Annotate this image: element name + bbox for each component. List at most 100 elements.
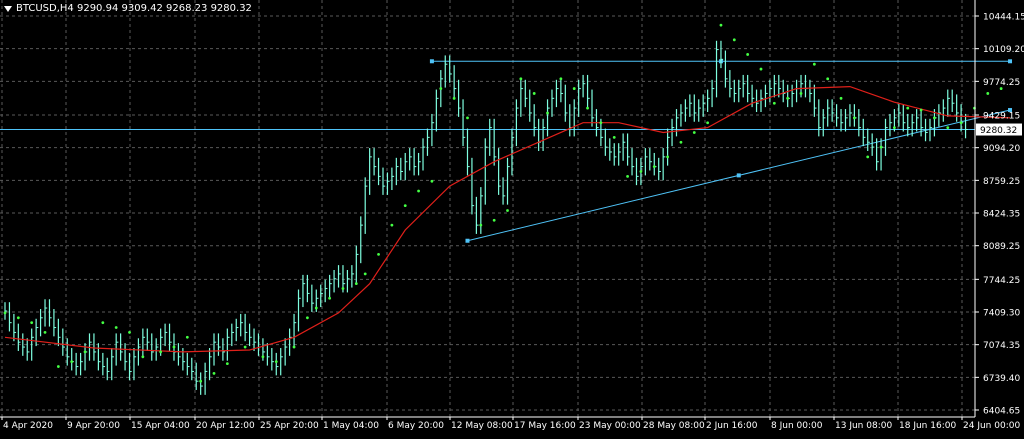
sar-dot <box>417 189 420 193</box>
sar-dot <box>732 38 736 42</box>
chart-grid <box>0 0 975 417</box>
y-tick-label: 6404.65 <box>983 407 1020 417</box>
x-tick-label: 2 Jun 16:00 <box>706 421 758 431</box>
x-tick-label: 20 Apr 12:00 <box>196 421 255 431</box>
sar-dot <box>919 108 923 112</box>
chart-axes: 10444.15 10109.20 9774.25 9429.15 9094.20 875… <box>0 0 1024 431</box>
x-tick-label: 8 Jun 00:00 <box>771 421 823 431</box>
sar-dot <box>959 121 963 125</box>
y-tick-label: 9429.15 <box>983 111 1020 121</box>
sar-dot <box>786 96 790 100</box>
trendline-anchor <box>736 173 741 178</box>
sar-dot <box>101 321 105 325</box>
sar-dot <box>212 371 216 375</box>
sar-dot <box>719 23 723 27</box>
sar-dot <box>83 350 87 354</box>
chart-area[interactable]: 10444.15 10109.20 9774.25 9429.15 9094.20 875… <box>0 0 1024 435</box>
sar-dot <box>933 116 936 120</box>
sar-dot <box>466 116 469 120</box>
sar-dot <box>141 355 145 359</box>
sar-dot <box>377 252 380 256</box>
sar-dot <box>799 92 803 95</box>
sar-dot <box>16 316 20 320</box>
sar-dot <box>532 92 536 95</box>
sar-dot <box>612 135 616 139</box>
sar-dot <box>692 131 696 134</box>
sar-dot <box>666 155 670 159</box>
y-tick-label: 8759.25 <box>983 177 1020 187</box>
sar-dot <box>586 106 589 110</box>
trendline-anchor <box>1008 59 1013 64</box>
price-series <box>4 40 968 395</box>
sar-dot <box>893 126 896 129</box>
price-chart[interactable]: 10444.15 10109.20 9774.25 9429.15 9094.20 875… <box>0 0 1024 435</box>
y-tick-label: 7074.35 <box>983 341 1020 351</box>
x-tick-label: 13 Jun 08:00 <box>835 421 892 431</box>
y-tick-label: 9774.25 <box>983 78 1020 88</box>
sar-dot <box>439 87 443 90</box>
trendlines[interactable] <box>0 59 1013 243</box>
sar-dot <box>261 355 265 359</box>
sar-dot <box>906 106 910 110</box>
x-tick-label: 24 Jun 00:00 <box>963 421 1020 431</box>
sar-dot <box>746 53 750 56</box>
x-tick-label: 4 Apr 2020 <box>3 421 53 431</box>
x-tick-label: 23 May 00:00 <box>579 421 641 431</box>
y-tick-label: 8424.35 <box>983 210 1020 220</box>
sar-dot <box>639 170 643 173</box>
sar-dot <box>866 155 870 159</box>
sar-dot <box>599 121 603 125</box>
y-tick-label: 7409.30 <box>983 309 1020 319</box>
sar-dot <box>492 218 496 222</box>
x-tick-label: 15 Apr 04:00 <box>131 421 190 431</box>
sar-dot <box>159 350 163 354</box>
y-tick-label: 9094.20 <box>983 144 1020 154</box>
sar-dot <box>43 331 47 334</box>
sar-dot <box>225 362 229 366</box>
sar-dot <box>559 77 563 81</box>
sar-dot <box>759 67 763 71</box>
sar-dot <box>626 174 629 178</box>
sar-dot <box>30 321 34 325</box>
sar-dot <box>328 296 332 300</box>
sar-dot <box>772 101 776 105</box>
y-tick-label: 10444.15 <box>983 13 1024 23</box>
x-tick-label: 28 May 08:00 <box>643 421 705 431</box>
sar-dot <box>3 311 7 315</box>
trendline-anchor <box>465 238 470 243</box>
sar-dot <box>314 306 318 310</box>
sar-dot <box>946 126 950 129</box>
dropdown-triangle-icon[interactable] <box>4 5 12 12</box>
sar-dot <box>652 165 656 169</box>
x-tick-label: 25 Apr 20:00 <box>260 421 319 431</box>
x-tick-label: 9 Apr 20:00 <box>67 421 120 431</box>
sar-dot <box>879 145 883 149</box>
sar-dot <box>452 96 456 100</box>
sar-dot <box>199 379 203 383</box>
sar-dot <box>479 223 483 227</box>
sar-dot <box>354 282 358 286</box>
sar-dot <box>986 92 990 95</box>
sar-dot <box>114 326 118 329</box>
current-price-label: 9280.32 <box>980 126 1017 136</box>
symbol-ohlc-text: BTCUSD,H4 9290.94 9309.42 9268.23 9280.3… <box>16 3 252 14</box>
sar-dot <box>128 331 131 334</box>
x-tick-label: 12 May 08:00 <box>451 421 513 431</box>
sar-dot <box>839 96 843 100</box>
sar-dot <box>243 345 247 349</box>
sar-dot <box>572 87 576 90</box>
sar-dot <box>546 111 549 115</box>
y-tick-label: 8089.25 <box>983 242 1020 252</box>
sar-dot <box>679 140 683 144</box>
sar-dot <box>185 335 189 339</box>
sar-dot <box>341 287 345 290</box>
y-tick-label: 10109.20 <box>983 45 1024 55</box>
sar-dot <box>506 209 509 212</box>
x-tick-label: 6 May 20:00 <box>388 421 444 431</box>
sar-dot <box>274 360 278 364</box>
sar-dot <box>70 360 74 364</box>
symbol-info-bar: BTCUSD,H4 9290.94 9309.42 9268.23 9280.3… <box>4 3 252 14</box>
sar-dot <box>403 204 407 208</box>
sar-dot <box>363 272 367 276</box>
sar-dot <box>812 62 816 66</box>
